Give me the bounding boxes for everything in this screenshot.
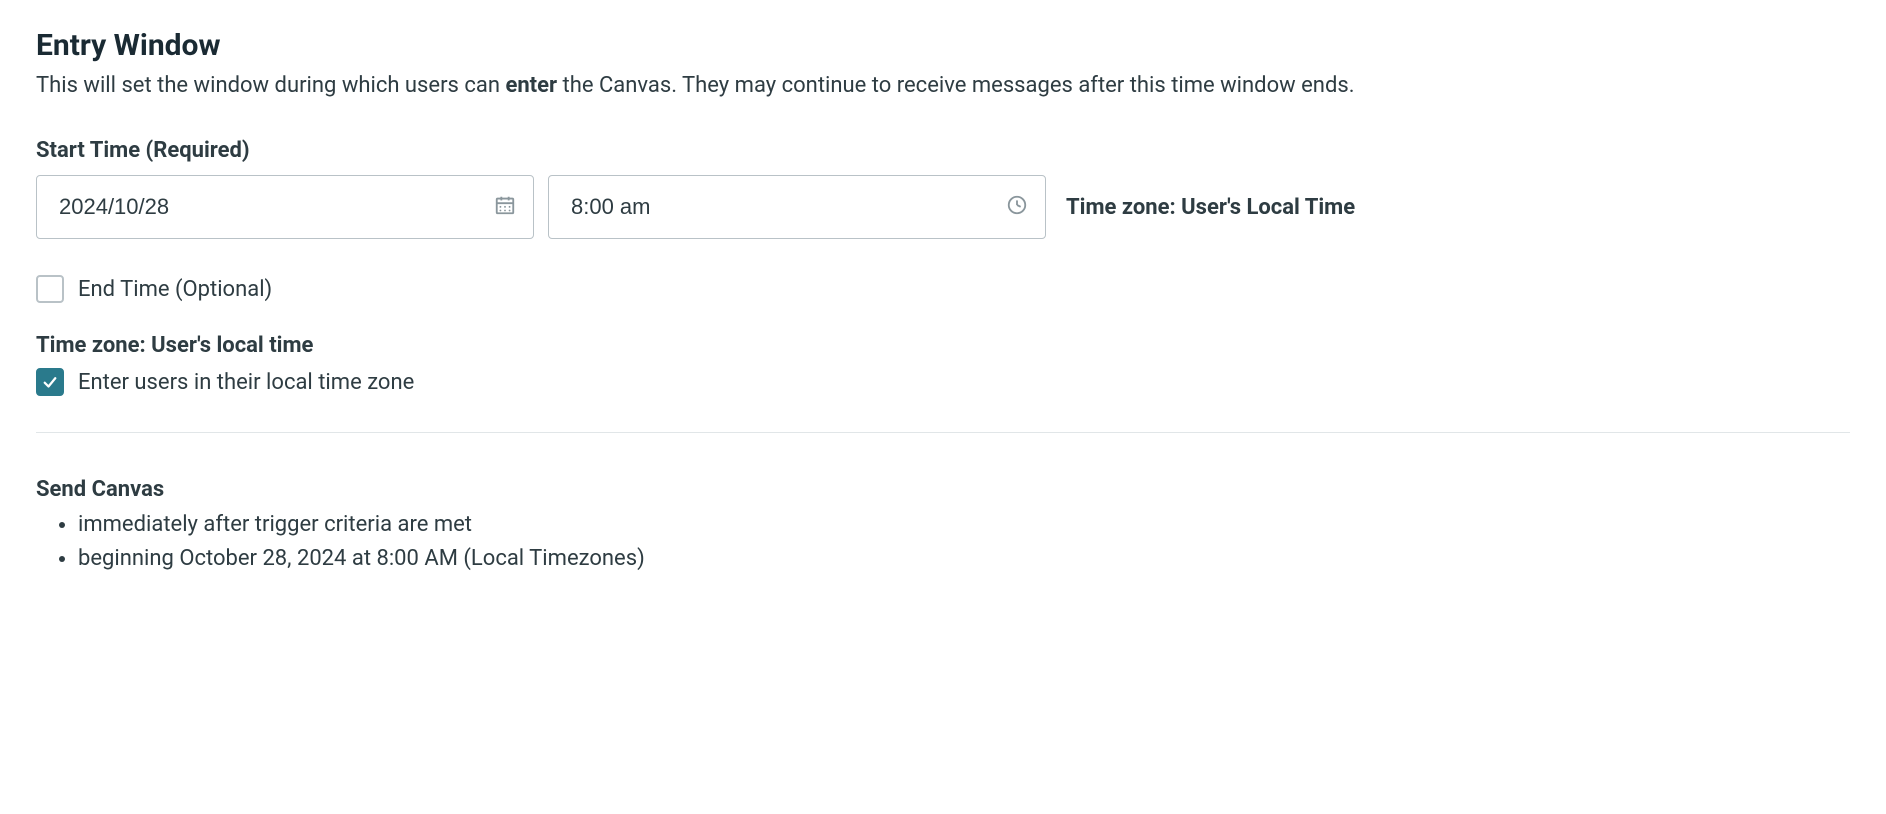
local-tz-checkbox-row: Enter users in their local time zone — [36, 368, 1850, 396]
timezone-inline-label: Time zone: User's Local Time — [1066, 195, 1355, 220]
start-time-label: Start Time (Required) — [36, 138, 1850, 163]
send-canvas-list: immediately after trigger criteria are m… — [36, 508, 1850, 576]
send-canvas-title: Send Canvas — [36, 477, 1850, 502]
entry-window-title: Entry Window — [36, 28, 1850, 63]
send-canvas-item: beginning October 28, 2024 at 8:00 AM (L… — [78, 542, 1850, 576]
start-time-row: Time zone: User's Local Time — [36, 175, 1850, 239]
start-time-input[interactable] — [548, 175, 1046, 239]
end-time-checkbox-row: End Time (Optional) — [36, 275, 1850, 303]
send-canvas-item: immediately after trigger criteria are m… — [78, 508, 1850, 542]
local-tz-checkbox-label: Enter users in their local time zone — [78, 370, 414, 395]
local-tz-checkbox[interactable] — [36, 368, 64, 396]
desc-pre: This will set the window during which us… — [36, 73, 505, 98]
end-time-checkbox-label: End Time (Optional) — [78, 277, 272, 302]
end-time-checkbox[interactable] — [36, 275, 64, 303]
entry-window-section: Entry Window This will set the window du… — [36, 28, 1850, 396]
time-input-wrap — [548, 175, 1046, 239]
section-divider — [36, 432, 1850, 433]
desc-bold: enter — [505, 73, 557, 98]
start-date-input[interactable] — [36, 175, 534, 239]
entry-window-description: This will set the window during which us… — [36, 69, 1850, 102]
send-canvas-section: Send Canvas immediately after trigger cr… — [36, 477, 1850, 576]
desc-post: the Canvas. They may continue to receive… — [557, 73, 1354, 98]
timezone-heading: Time zone: User's local time — [36, 333, 1850, 358]
date-input-wrap — [36, 175, 534, 239]
